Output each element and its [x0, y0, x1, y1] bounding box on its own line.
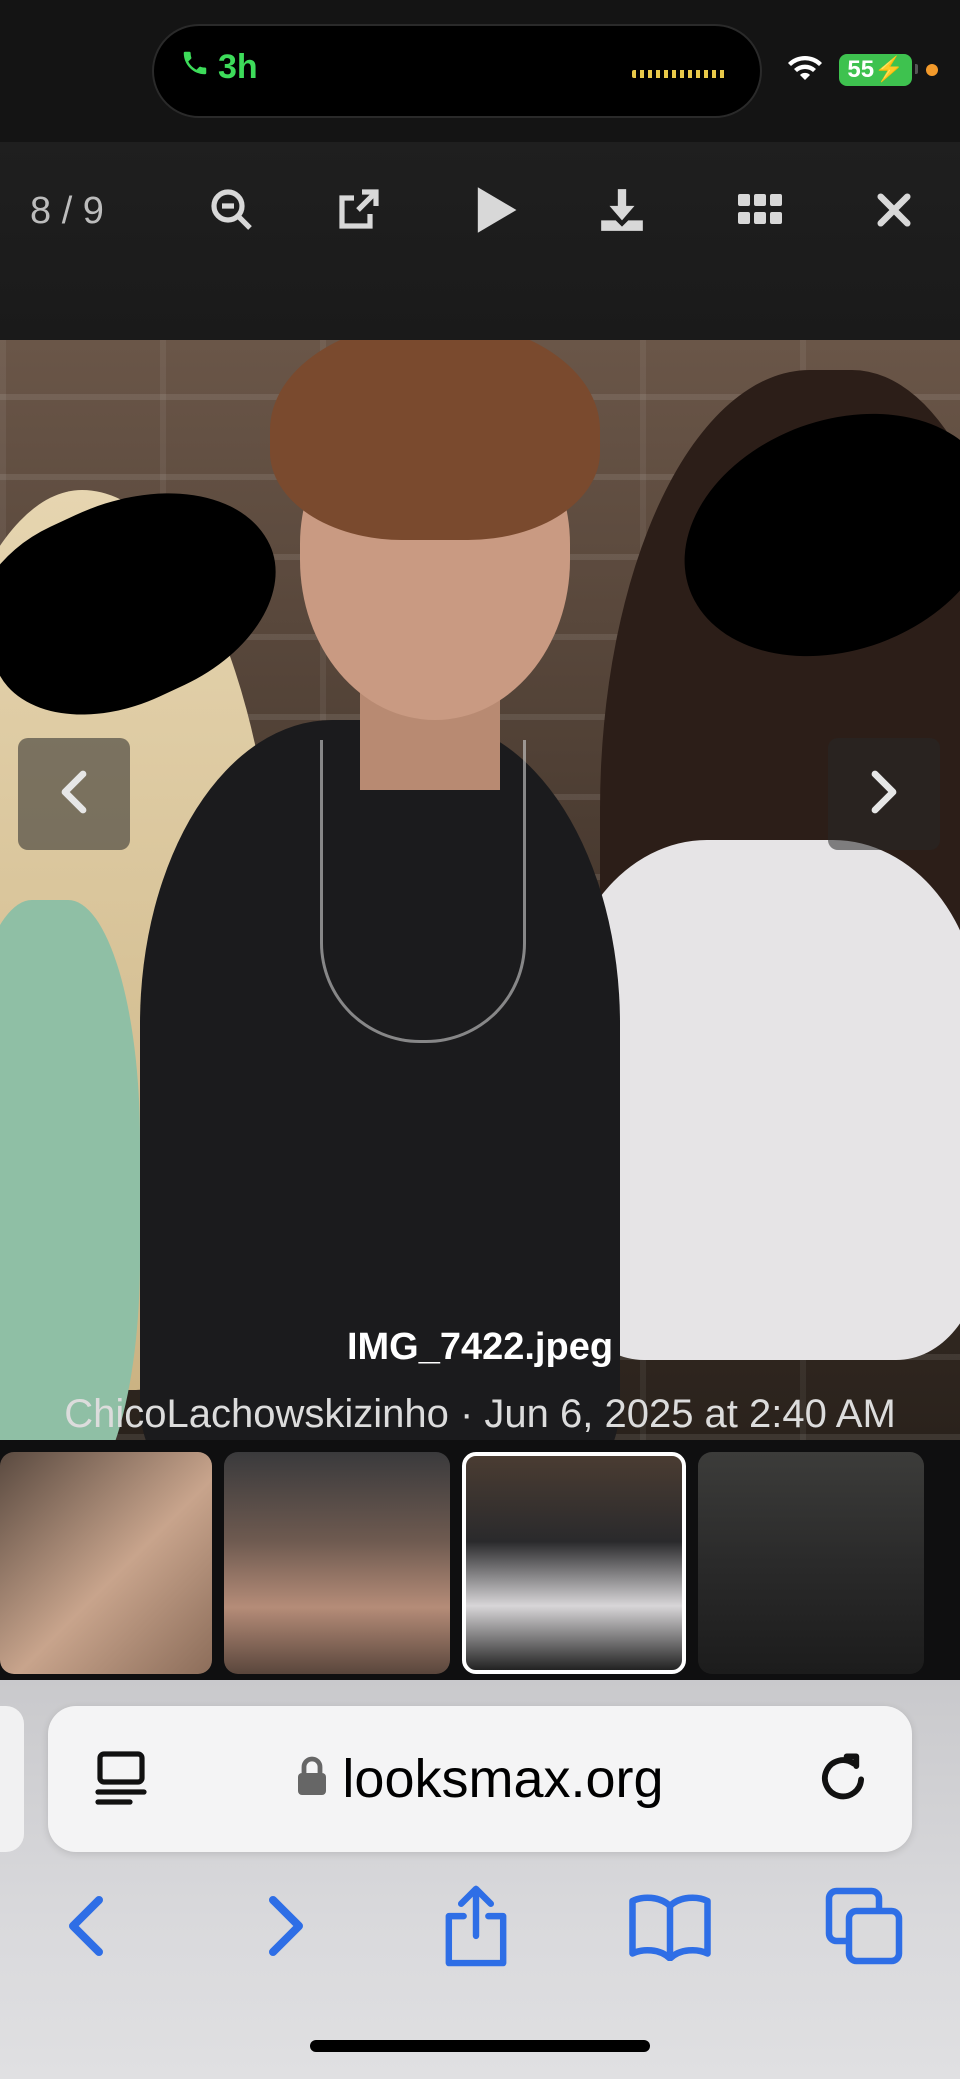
image-filename: IMG_7422.jpeg	[346, 1326, 614, 1368]
battery-level: 55	[847, 55, 875, 83]
reload-icon[interactable]	[814, 1748, 872, 1811]
status-bar: 3h 55⚡	[0, 0, 960, 142]
close-icon[interactable]	[864, 180, 924, 240]
bookmarks-button[interactable]	[622, 1880, 718, 1976]
man-hair	[270, 340, 600, 540]
url-text: looksmax.org	[342, 1749, 664, 1809]
next-image-button[interactable]	[828, 738, 940, 850]
phone-icon	[180, 48, 210, 87]
necklace	[320, 740, 526, 1043]
lightbox-image[interactable]	[0, 340, 960, 1440]
call-duration: 3h	[218, 48, 258, 86]
previous-tab-peek[interactable]	[0, 1706, 24, 1852]
thumbnail-8[interactable]	[462, 1452, 686, 1674]
book-icon	[627, 1891, 713, 1966]
share-icon	[441, 1884, 511, 1973]
audio-waveform-icon	[632, 70, 728, 78]
chevron-left-icon	[59, 770, 89, 819]
thumbnail-strip	[0, 1440, 960, 1680]
previous-image-button[interactable]	[18, 738, 130, 850]
zoom-out-icon[interactable]	[202, 180, 262, 240]
share-button[interactable]	[428, 1880, 524, 1976]
lock-icon	[296, 1748, 328, 1810]
battery-indicator: 55⚡	[839, 53, 918, 86]
back-button[interactable]	[38, 1880, 134, 1976]
thumbnail-7[interactable]	[224, 1452, 450, 1674]
thumbnail-grid-icon[interactable]	[730, 180, 790, 240]
tabs-button[interactable]	[816, 1880, 912, 1976]
right-person-top	[560, 840, 960, 1360]
play-slideshow-icon[interactable]	[466, 180, 526, 240]
image-counter: 8 / 9	[30, 190, 104, 232]
dynamic-island[interactable]: 3h	[152, 24, 762, 118]
home-indicator[interactable]	[310, 2040, 650, 2052]
chevron-right-icon	[869, 770, 899, 819]
charging-bolt-icon: ⚡	[874, 55, 904, 83]
thumbnail-6[interactable]	[0, 1452, 212, 1674]
wifi-icon	[785, 52, 825, 87]
forward-arrow-icon	[265, 1894, 307, 1963]
forward-button[interactable]	[238, 1880, 334, 1976]
tabs-icon	[824, 1886, 904, 1971]
call-indicator[interactable]: 3h	[180, 48, 258, 87]
open-external-icon[interactable]	[328, 180, 388, 240]
address-bar[interactable]: looksmax.org	[48, 1706, 912, 1852]
image-meta: ChicoLachowskizinho · Jun 6, 2025 at 2:4…	[64, 1392, 896, 1436]
back-arrow-icon	[65, 1894, 107, 1963]
lightbox-toolbar: 8 / 9	[0, 142, 960, 342]
mic-in-use-dot	[926, 63, 938, 76]
download-icon[interactable]	[592, 180, 652, 240]
thumbnail-9[interactable]	[698, 1452, 924, 1674]
